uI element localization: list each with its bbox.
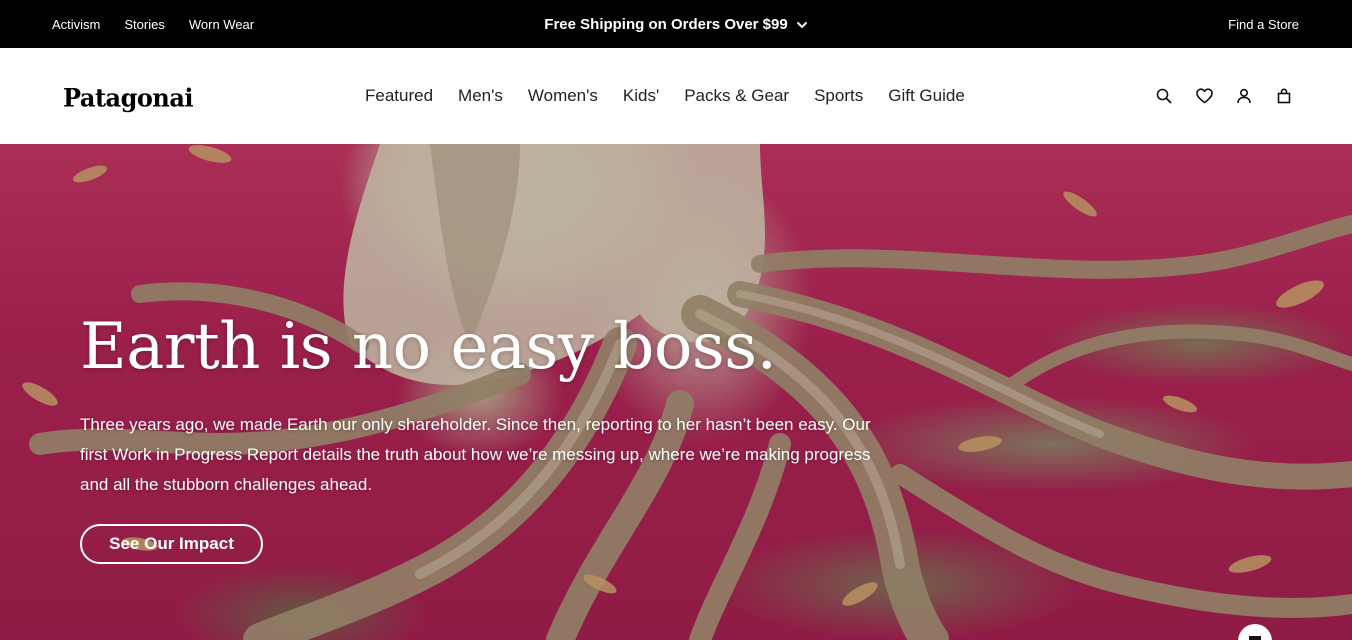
utility-links: Activism Stories Worn Wear bbox=[52, 0, 254, 48]
hero-subtext: Three years ago, we made Earth our only … bbox=[80, 415, 871, 495]
activism-link[interactable]: Activism bbox=[52, 17, 100, 32]
nav-gift-guide[interactable]: Gift Guide bbox=[888, 86, 965, 106]
hero-headline: Earth is no easy boss. bbox=[80, 310, 777, 384]
stories-link[interactable]: Stories bbox=[124, 17, 164, 32]
worn-wear-link[interactable]: Worn Wear bbox=[189, 17, 254, 32]
promo-text[interactable]: Free Shipping on Orders Over $99 bbox=[544, 16, 787, 33]
header-icons bbox=[1154, 86, 1294, 106]
main-nav: Featured Men's Women's Kids' Packs & Gea… bbox=[365, 48, 965, 144]
heart-icon[interactable] bbox=[1194, 86, 1214, 106]
nav-packs-gear[interactable]: Packs & Gear bbox=[684, 86, 789, 106]
nav-kids[interactable]: Kids' bbox=[623, 86, 659, 106]
utility-bar: Activism Stories Worn Wear Free Shipping… bbox=[0, 0, 1352, 48]
main-header: Patagonai Featured Men's Women's Kids' P… bbox=[0, 48, 1352, 144]
hero-banner: Earth is no easy boss. Three years ago, … bbox=[0, 144, 1352, 640]
nav-featured[interactable]: Featured bbox=[365, 86, 433, 106]
search-icon[interactable] bbox=[1154, 86, 1174, 106]
nav-sports[interactable]: Sports bbox=[814, 86, 863, 106]
find-store-link[interactable]: Find a Store bbox=[1228, 0, 1299, 48]
hero-content: Earth is no easy boss. Three years ago, … bbox=[80, 310, 880, 565]
user-icon[interactable] bbox=[1234, 86, 1254, 106]
nav-mens[interactable]: Men's bbox=[458, 86, 503, 106]
see-our-impact-button[interactable]: See Our Impact bbox=[80, 524, 263, 565]
bag-icon[interactable] bbox=[1274, 86, 1294, 106]
chevron-down-icon[interactable] bbox=[796, 18, 808, 30]
nav-womens[interactable]: Women's bbox=[528, 86, 598, 106]
logo[interactable]: Patagonai bbox=[63, 82, 194, 112]
